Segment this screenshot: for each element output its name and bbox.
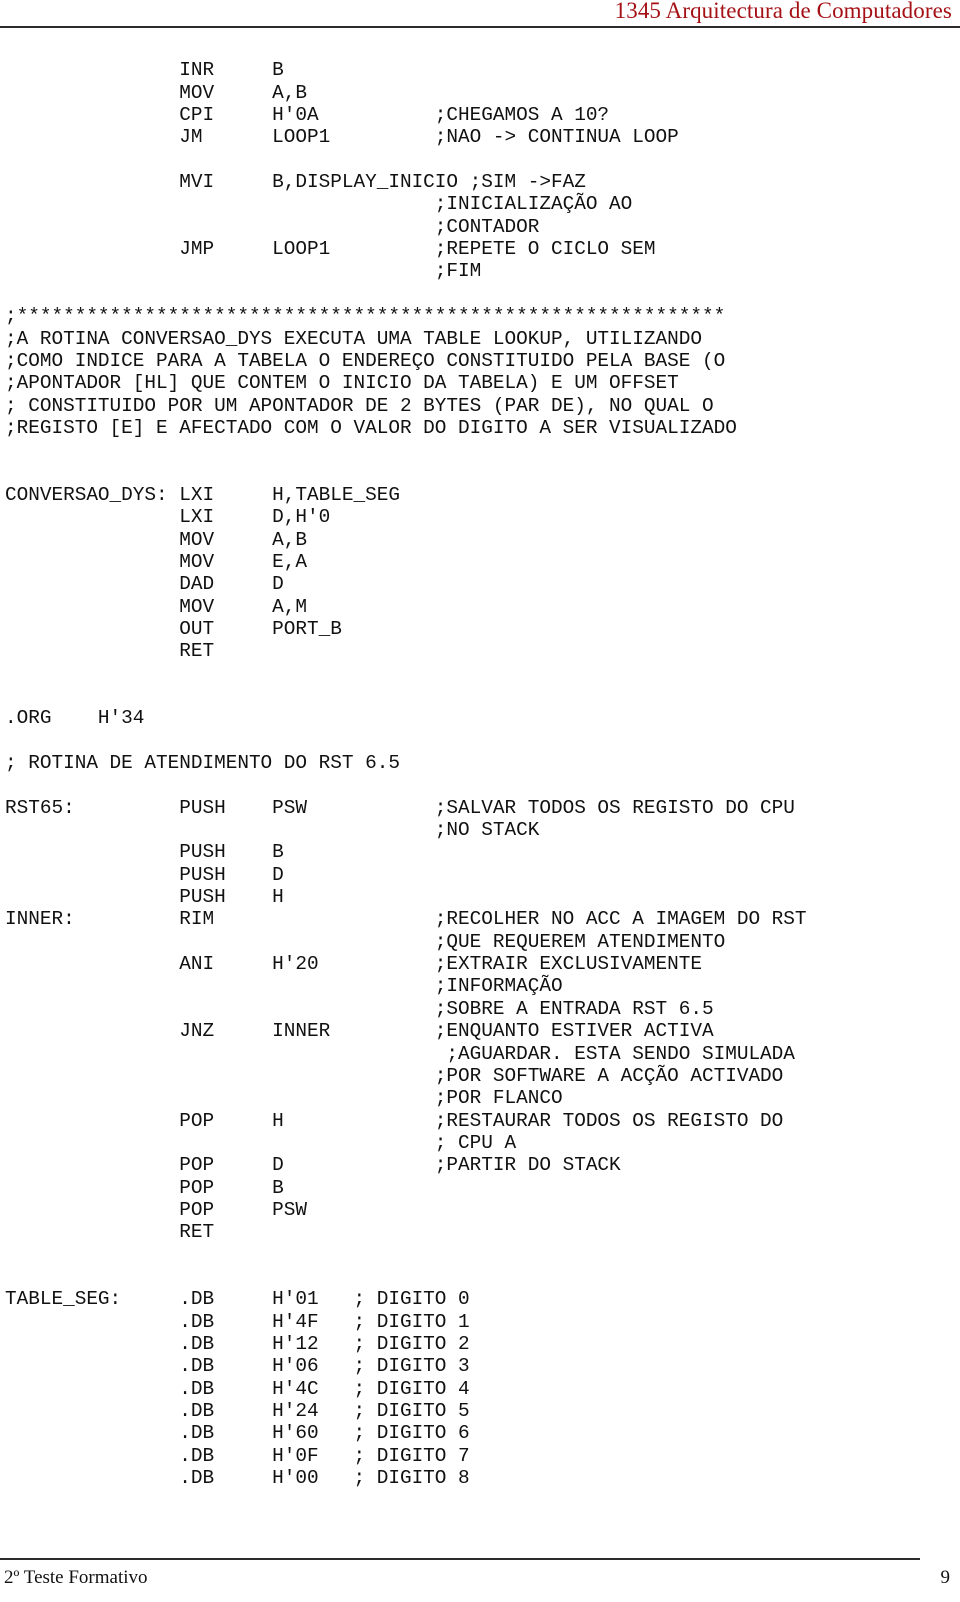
code-line: ;CONTADOR <box>5 215 540 238</box>
code-line: ANI H'20 ;EXTRAIR EXCLUSIVAMENTE <box>5 953 702 976</box>
footer-divider-rule <box>0 1558 920 1560</box>
code-line: MOV A,B <box>5 81 308 104</box>
code-line: INNER: RIM ;RECOLHER NO ACC A IMAGEM DO … <box>5 908 807 931</box>
code-line: OUT PORT_B <box>5 617 342 640</box>
code-line: ;COMO INDICE PARA A TABELA O ENDEREÇO CO… <box>5 349 726 372</box>
code-line: CPI H'0A ;CHEGAMOS A 10? <box>5 104 610 127</box>
code-line: .DB H'4F ; DIGITO 1 <box>5 1310 470 1333</box>
page-header: 1345 Arquitectura de Computadores <box>0 0 960 34</box>
page-footer: 2º Teste Formativo 9 <box>0 1544 960 1602</box>
page-header-title: 1345 Arquitectura de Computadores <box>614 0 952 23</box>
code-line: RST65: PUSH PSW ;SALVAR TODOS OS REGISTO… <box>5 796 795 819</box>
code-line: INR B <box>5 59 284 82</box>
code-line: JMP LOOP1 ;REPETE O CICLO SEM <box>5 238 656 261</box>
code-line: .DB H'24 ; DIGITO 5 <box>5 1400 470 1423</box>
code-line: ;SOBRE A ENTRADA RST 6.5 <box>5 997 714 1020</box>
code-line: ;NO STACK <box>5 819 540 842</box>
code-line: RET <box>5 640 215 663</box>
code-line: ;QUE REQUEREM ATENDIMENTO <box>5 930 726 953</box>
code-line: ; CONSTITUIDO POR UM APONTADOR DE 2 BYTE… <box>5 394 714 417</box>
footer-page-number: 9 <box>940 1567 951 1588</box>
code-line: ;REGISTO [E] E AFECTADO COM O VALOR DO D… <box>5 416 737 439</box>
code-line: .DB H'12 ; DIGITO 2 <box>5 1332 470 1355</box>
header-divider-rule <box>0 26 960 28</box>
code-line: ; ROTINA DE ATENDIMENTO DO RST 6.5 <box>5 752 400 775</box>
code-line: ;POR FLANCO <box>5 1087 563 1110</box>
code-line: JM LOOP1 ;NAO -> CONTINUA LOOP <box>5 126 679 149</box>
code-line: .DB H'0F ; DIGITO 7 <box>5 1444 470 1467</box>
code-line: ;INICIALIZAÇÃO AO <box>5 193 633 216</box>
code-line: MOV A,M <box>5 595 308 618</box>
code-line: LXI D,H'0 <box>5 506 331 529</box>
code-line: DAD D <box>5 573 284 596</box>
footer-document-title: 2º Teste Formativo <box>4 1567 148 1588</box>
code-line: .ORG H'34 <box>5 707 145 730</box>
code-line: MVI B,DISPLAY_INICIO ;SIM ->FAZ <box>5 171 586 194</box>
code-line: CONVERSAO_DYS: LXI H,TABLE_SEG <box>5 483 400 506</box>
code-line: MOV A,B <box>5 528 308 551</box>
code-line: ; CPU A <box>5 1131 517 1154</box>
code-line: ;POR SOFTWARE A ACÇÃO ACTIVADO <box>5 1064 784 1087</box>
code-line: PUSH H <box>5 886 284 909</box>
assembly-code-listing: INR B MOV A,B CPI H'0A ;CHEGAMOS A 10? J… <box>0 59 960 1489</box>
code-line: ;INFORMAÇÃO <box>5 975 563 998</box>
code-line: .DB H'06 ; DIGITO 3 <box>5 1355 470 1378</box>
code-line: .DB H'60 ; DIGITO 6 <box>5 1422 470 1445</box>
code-line: ;APONTADOR [HL] QUE CONTEM O INICIO DA T… <box>5 372 679 395</box>
code-line: JNZ INNER ;ENQUANTO ESTIVER ACTIVA <box>5 1020 714 1043</box>
code-line: ;***************************************… <box>5 305 726 328</box>
code-line: RET <box>5 1221 215 1244</box>
code-line: POP H ;RESTAURAR TODOS OS REGISTO DO <box>5 1109 784 1132</box>
code-line: POP D ;PARTIR DO STACK <box>5 1154 621 1177</box>
code-line: .DB H'00 ; DIGITO 8 <box>5 1467 470 1490</box>
code-line: MOV E,A <box>5 550 308 573</box>
code-line: ;A ROTINA CONVERSAO_DYS EXECUTA UMA TABL… <box>5 327 702 350</box>
code-line: .DB H'4C ; DIGITO 4 <box>5 1377 470 1400</box>
code-line: ;AGUARDAR. ESTA SENDO SIMULADA <box>5 1042 795 1065</box>
code-line: POP PSW <box>5 1198 308 1221</box>
code-line: PUSH B <box>5 841 284 864</box>
code-line: POP B <box>5 1176 284 1199</box>
code-line: PUSH D <box>5 863 284 886</box>
code-line: TABLE_SEG: .DB H'01 ; DIGITO 0 <box>5 1288 470 1311</box>
code-line: ;FIM <box>5 260 482 283</box>
